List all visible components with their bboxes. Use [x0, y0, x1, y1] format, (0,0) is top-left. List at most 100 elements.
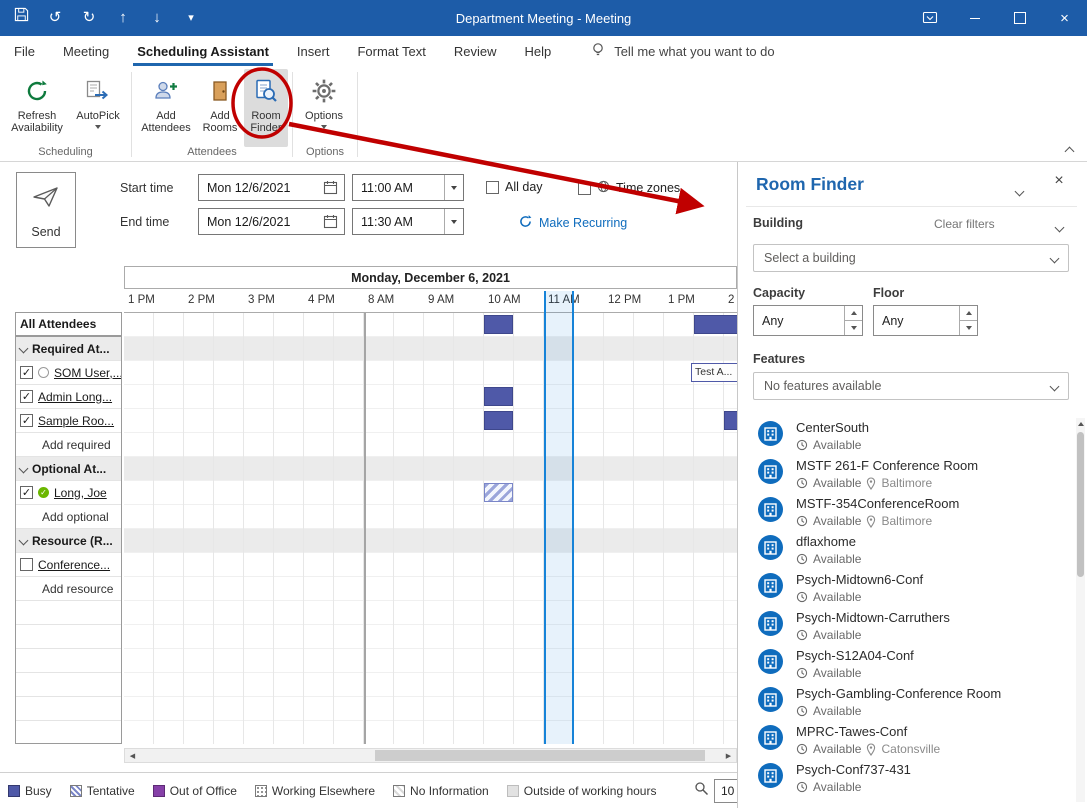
- capacity-up-button[interactable]: [845, 306, 862, 320]
- attendee-checkbox[interactable]: ✓: [20, 486, 33, 499]
- autopick-button[interactable]: AutoPick: [70, 69, 126, 147]
- start-time-dropdown[interactable]: 11:00 AM: [352, 174, 464, 201]
- room-finder-button[interactable]: Room Finder: [244, 69, 288, 147]
- make-recurring-link[interactable]: Make Recurring: [518, 214, 627, 232]
- tab-insert[interactable]: Insert: [283, 36, 344, 66]
- start-date-input[interactable]: Mon 12/6/2021: [198, 174, 345, 201]
- room-availability: Available: [813, 780, 861, 794]
- attendee-row[interactable]: ✓Sample Roo...: [16, 409, 121, 433]
- attendee-row[interactable]: ✓✓Long, Joe: [16, 481, 121, 505]
- features-select[interactable]: No features available: [753, 372, 1069, 400]
- schedule-block-busy[interactable]: [724, 411, 737, 430]
- floor-down-button[interactable]: [960, 320, 977, 335]
- all-day-option[interactable]: All day: [486, 180, 543, 194]
- attendee-group-row[interactable]: Optional At...: [16, 457, 121, 481]
- dropdown-arrow-icon[interactable]: [444, 209, 463, 234]
- room-list-item[interactable]: CenterSouthAvailable: [738, 414, 1075, 452]
- room-list-item[interactable]: Psych-S12A04-ConfAvailable: [738, 642, 1075, 680]
- panel-close-icon[interactable]: ×: [1048, 172, 1070, 190]
- selected-time-band[interactable]: [544, 291, 574, 744]
- move-down-icon[interactable]: ↓: [148, 0, 166, 36]
- move-up-icon[interactable]: ↑: [114, 0, 132, 36]
- scrollbar-thumb[interactable]: [375, 750, 705, 761]
- panel-options-chevron-icon[interactable]: [1016, 182, 1023, 200]
- customize-quick-access-icon[interactable]: ▾: [182, 0, 200, 36]
- attendee-checkbox[interactable]: ✓: [20, 414, 33, 427]
- room-list-item[interactable]: MPRC-Tawes-ConfAvailableCatonsville: [738, 718, 1075, 756]
- panel-scrollbar-thumb[interactable]: [1077, 432, 1084, 577]
- refresh-availability-button[interactable]: Refresh Availability: [6, 69, 68, 147]
- undo-icon[interactable]: ↺: [46, 0, 64, 36]
- tab-file[interactable]: File: [0, 36, 49, 66]
- empty-row: [16, 697, 121, 721]
- schedule-block-busy[interactable]: [694, 315, 737, 334]
- tab-help[interactable]: Help: [510, 36, 565, 66]
- clock-icon: [796, 477, 808, 489]
- end-time-dropdown[interactable]: 11:30 AM: [352, 208, 464, 235]
- attendee-group-row[interactable]: Required At...: [16, 337, 121, 361]
- add-rooms-button[interactable]: Add Rooms: [196, 69, 244, 147]
- room-list-item[interactable]: Psych-Midtown6-ConfAvailable: [738, 566, 1075, 604]
- time-label: 2 PM: [724, 289, 737, 312]
- capacity-down-button[interactable]: [845, 320, 862, 335]
- minimize-button[interactable]: [952, 0, 997, 36]
- calendar-icon[interactable]: [323, 180, 338, 195]
- ribbon-display-options-icon[interactable]: [907, 0, 952, 36]
- tab-review[interactable]: Review: [440, 36, 511, 66]
- close-button[interactable]: ×: [1042, 0, 1087, 36]
- attendee-row[interactable]: ✓Admin Long...: [16, 385, 121, 409]
- room-list-item[interactable]: Psych-Midtown-CarruthersAvailable: [738, 604, 1075, 642]
- attendee-group-row[interactable]: Resource (R...: [16, 529, 121, 553]
- floor-up-button[interactable]: [960, 306, 977, 320]
- add-attendee-row[interactable]: Add optional: [16, 505, 121, 529]
- save-icon[interactable]: [12, 0, 30, 36]
- tab-format-text[interactable]: Format Text: [343, 36, 439, 66]
- panel-scrollbar[interactable]: [1076, 418, 1085, 802]
- redo-icon[interactable]: ↻: [80, 0, 98, 36]
- schedule-block-tentative[interactable]: [484, 483, 513, 502]
- room-list-item[interactable]: MSTF 261-F Conference RoomAvailableBalti…: [738, 452, 1075, 490]
- attendee-row[interactable]: ✓SOM User,...: [16, 361, 121, 385]
- scroll-right-arrow[interactable]: ▶: [721, 749, 736, 762]
- tab-scheduling-assistant[interactable]: Scheduling Assistant: [123, 36, 283, 66]
- add-attendees-button[interactable]: Add Attendees: [136, 69, 196, 147]
- capacity-spinner[interactable]: Any: [753, 305, 863, 336]
- options-button[interactable]: Options: [295, 69, 353, 147]
- time-label: 3 PM: [244, 289, 304, 312]
- building-icon: [758, 573, 783, 598]
- all-day-checkbox[interactable]: [486, 181, 499, 194]
- send-button[interactable]: Send: [16, 172, 76, 248]
- schedule-block-busy[interactable]: [484, 387, 513, 406]
- attendee-checkbox[interactable]: ✓: [20, 366, 33, 379]
- room-list-item[interactable]: MSTF-354ConferenceRoomAvailableBaltimore: [738, 490, 1075, 528]
- building-select[interactable]: Select a building: [753, 244, 1069, 272]
- tell-me-box[interactable]: Tell me what you want to do: [591, 42, 774, 61]
- add-attendee-row[interactable]: Add required: [16, 433, 121, 457]
- attendee-checkbox[interactable]: [20, 558, 33, 571]
- scroll-left-arrow[interactable]: ◀: [125, 749, 140, 762]
- room-list-item[interactable]: Psych-Gambling-Conference RoomAvailable: [738, 680, 1075, 718]
- maximize-button[interactable]: [997, 0, 1042, 36]
- schedule-block-busy[interactable]: [484, 315, 513, 334]
- tab-meeting[interactable]: Meeting: [49, 36, 123, 66]
- calendar-icon[interactable]: [323, 214, 338, 229]
- schedule-block-appointment[interactable]: Test A...: [691, 363, 737, 382]
- add-attendee-row[interactable]: Add resource: [16, 577, 121, 601]
- clear-filters-link[interactable]: Clear filters: [934, 217, 995, 231]
- time-zones-option[interactable]: Time zones: [578, 180, 680, 196]
- attendee-checkbox[interactable]: ✓: [20, 390, 33, 403]
- time-zones-checkbox[interactable]: [578, 182, 591, 195]
- room-list-item[interactable]: dflaxhomeAvailable: [738, 528, 1075, 566]
- timeline[interactable]: Test A...: [124, 312, 737, 744]
- schedule-block-busy[interactable]: [484, 411, 513, 430]
- horizontal-scrollbar[interactable]: ◀ ▶: [124, 748, 737, 763]
- filters-chevron-icon[interactable]: [1056, 218, 1063, 236]
- collapse-ribbon-icon[interactable]: [1061, 145, 1077, 157]
- attendee-row[interactable]: Conference...: [16, 553, 121, 577]
- floor-spinner[interactable]: Any: [873, 305, 978, 336]
- end-date-input[interactable]: Mon 12/6/2021: [198, 208, 345, 235]
- dropdown-arrow-icon[interactable]: [444, 175, 463, 200]
- room-availability: Available: [813, 590, 861, 604]
- location-pin-icon: [866, 477, 876, 490]
- room-list-item[interactable]: Psych-Conf737-431Available: [738, 756, 1075, 794]
